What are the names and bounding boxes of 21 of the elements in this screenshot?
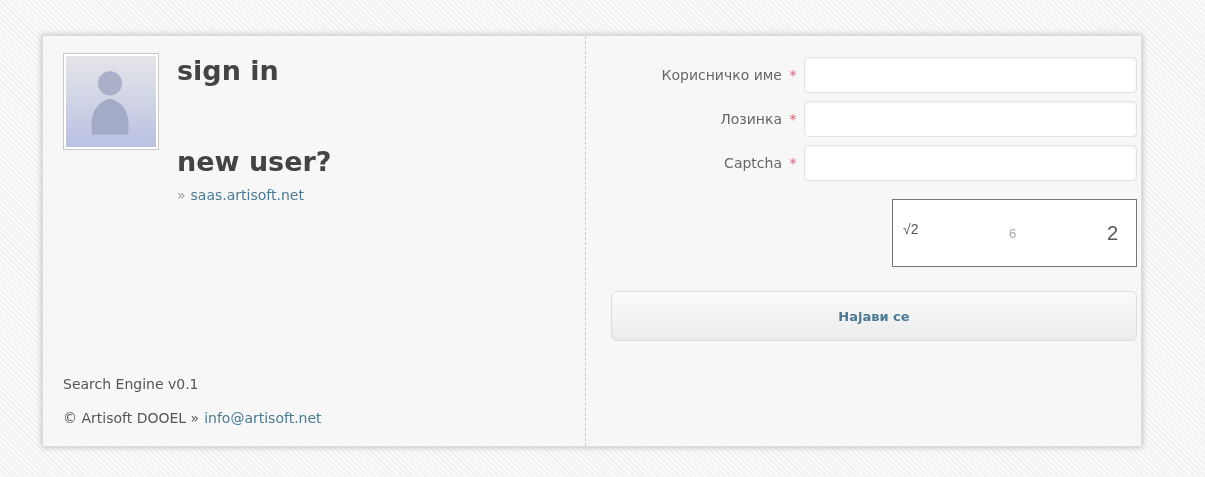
required-mark: *	[788, 155, 798, 171]
required-mark: *	[788, 111, 798, 127]
signup-link[interactable]: saas.artisoft.net	[190, 187, 304, 204]
email-link[interactable]: info@artisoft.net	[204, 410, 322, 426]
avatar-icon	[63, 53, 159, 150]
login-button[interactable]: Најави се	[611, 291, 1137, 341]
captcha-character: 6	[1009, 225, 1017, 241]
link-prefix: »	[177, 187, 186, 204]
input-field[interactable]	[804, 57, 1137, 93]
field-label: Лозинка	[720, 111, 782, 127]
version-text: Search Engine v0.1	[63, 376, 200, 392]
input-field[interactable]	[804, 101, 1137, 137]
input-field[interactable]	[804, 145, 1137, 181]
new-user-heading: new user?	[177, 145, 332, 180]
required-mark: *	[788, 67, 798, 83]
captcha-character: √2	[903, 221, 919, 237]
field-label: Captcha	[724, 155, 782, 171]
copyright-text: © Artisoft DOOEL »	[63, 410, 200, 426]
sign-in-heading: sign in	[177, 54, 280, 88]
captcha-character: 2	[1106, 221, 1118, 245]
field-label: Корисничко име	[661, 67, 782, 83]
